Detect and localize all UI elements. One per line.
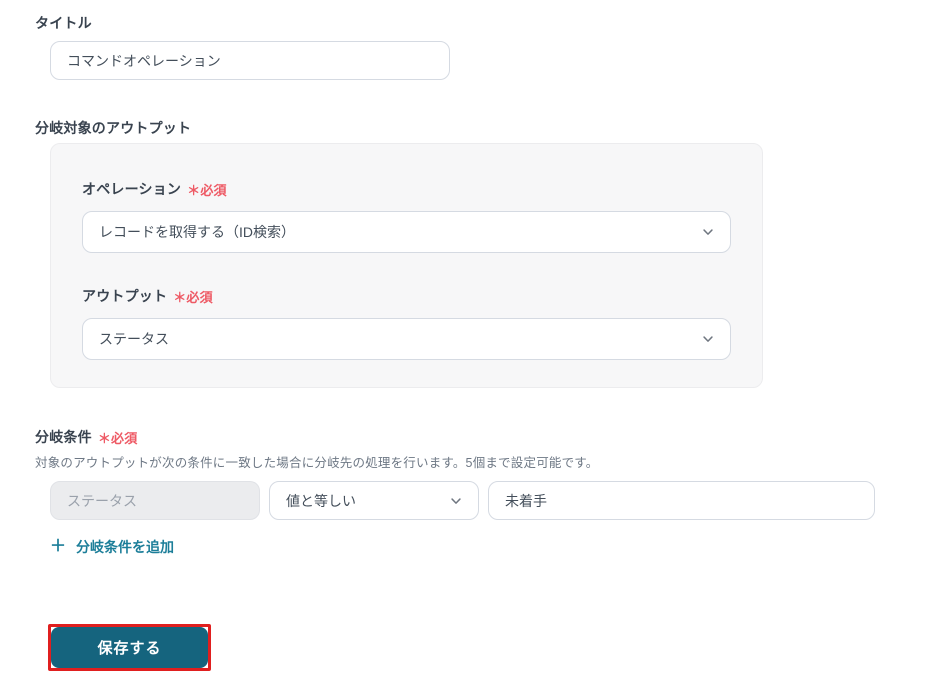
title-input[interactable] bbox=[50, 41, 450, 80]
add-condition-link[interactable]: ＋ 分岐条件を追加 bbox=[50, 537, 174, 557]
output-select[interactable]: ステータス bbox=[82, 318, 731, 360]
operation-required-badge: ＊必須 bbox=[187, 182, 227, 198]
condition-operator-value: 値と等しい bbox=[286, 492, 356, 509]
condition-operator-select[interactable]: 値と等しい bbox=[269, 481, 479, 520]
branch-condition-heading-text: 分岐条件 bbox=[35, 429, 92, 445]
operation-select-value: レコードを取得する（ID検索） bbox=[99, 224, 295, 240]
branch-condition-heading: 分岐条件 ＊必須 bbox=[35, 427, 137, 447]
add-condition-label: 分岐条件を追加 bbox=[76, 539, 175, 555]
branch-condition-description: 対象のアウトプットが次の条件に一致した場合に分岐先の処理を行います。5個まで設定… bbox=[35, 456, 599, 470]
output-label: アウトプット bbox=[82, 288, 168, 304]
chevron-down-icon bbox=[701, 225, 715, 239]
chevron-down-icon bbox=[701, 332, 715, 346]
plus-icon: ＋ bbox=[50, 538, 67, 555]
operation-label-row: オペレーション ＊必須 bbox=[82, 179, 731, 199]
operation-select[interactable]: レコードを取得する（ID検索） bbox=[82, 211, 731, 253]
annotation-highlight-box: 保存する bbox=[48, 624, 211, 671]
chevron-down-icon bbox=[449, 494, 463, 508]
output-label-row: アウトプット ＊必須 bbox=[82, 286, 731, 306]
branch-settings-form: タイトル 分岐対象のアウトプット オペレーション ＊必須 レコードを取得する（I… bbox=[0, 0, 938, 693]
condition-target-input bbox=[50, 481, 260, 520]
condition-value-input[interactable] bbox=[488, 481, 875, 520]
condition-row: 値と等しい bbox=[50, 481, 875, 520]
save-button[interactable]: 保存する bbox=[51, 627, 208, 668]
branch-output-heading: 分岐対象のアウトプット bbox=[35, 120, 192, 136]
branch-condition-required-badge: ＊必須 bbox=[97, 430, 138, 446]
operation-label: オペレーション bbox=[82, 181, 182, 197]
title-label: タイトル bbox=[35, 15, 92, 31]
output-required-badge: ＊必須 bbox=[173, 289, 213, 305]
branch-output-panel: オペレーション ＊必須 レコードを取得する（ID検索） アウトプット ＊必須 ス… bbox=[50, 143, 763, 388]
output-select-value: ステータス bbox=[99, 331, 169, 347]
